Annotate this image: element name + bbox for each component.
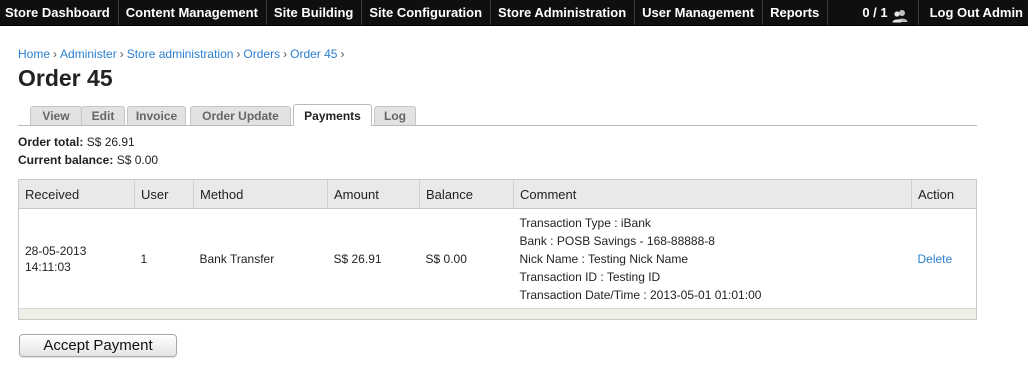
tab-order-update[interactable]: Order Update [190, 106, 291, 125]
comment-line: Transaction ID : Testing ID [519, 269, 661, 284]
menu-site-configuration[interactable]: Site Configuration [362, 0, 492, 25]
menu-reports[interactable]: Reports [763, 0, 829, 25]
cell-balance: S$ 0.00 [419, 208, 514, 309]
order-total-line: Order total: S$ 26.91 [18, 133, 158, 151]
logout-link[interactable]: Log Out Admin [919, 0, 1028, 25]
menu-site-building[interactable]: Site Building [267, 0, 363, 25]
breadcrumb-store-administration[interactable]: Store administration [127, 47, 234, 61]
column-header-comment: Comment [513, 180, 912, 209]
admin-menu: Store Dashboard Content Management Site … [0, 0, 829, 25]
breadcrumb-separator: › [340, 47, 345, 61]
breadcrumb-orders[interactable]: Orders [243, 47, 280, 61]
payments-table: Received User Method Amount Balance Comm… [18, 179, 977, 320]
breadcrumb-administer[interactable]: Administer [60, 47, 117, 61]
order-totals: Order total: S$ 26.91 Current balance: S… [18, 133, 158, 169]
tab-edit[interactable]: Edit [81, 106, 125, 125]
current-balance-line: Current balance: S$ 0.00 [18, 151, 158, 169]
received-date: 28-05-2013 [25, 243, 87, 258]
cell-user: 1 [134, 208, 194, 309]
cell-amount: S$ 26.91 [327, 208, 420, 309]
menu-content-management[interactable]: Content Management [119, 0, 267, 25]
cell-method: Bank Transfer [193, 208, 328, 309]
order-total-label: Order total: [18, 135, 84, 149]
menu-store-dashboard[interactable]: Store Dashboard [0, 0, 119, 25]
online-users-count: 0 / 1 [862, 5, 888, 20]
breadcrumb-separator: › [119, 47, 124, 61]
column-header-received: Received [19, 180, 135, 209]
column-header-user: User [134, 180, 194, 209]
delete-payment-link[interactable]: Delete [918, 252, 953, 266]
order-total-value: S$ 26.91 [86, 135, 135, 149]
breadcrumb-separator: › [283, 47, 288, 61]
breadcrumb: Home › Administer › Store administration › Ord… [18, 47, 347, 61]
comment-line: Nick Name : Testing Nick Name [519, 251, 689, 266]
table-row: 28-05-2013 14:11:03 1 Bank Transfer S$ 2… [19, 208, 976, 309]
cell-comment: Transaction Type : iBank Bank : POSB Sav… [513, 208, 912, 309]
tab-payments[interactable]: Payments [293, 104, 372, 126]
tab-view[interactable]: View [30, 106, 82, 125]
received-time: 14:11:03 [25, 259, 71, 274]
tab-log[interactable]: Log [374, 106, 416, 125]
order-tabs: View Edit Invoice Order Update Payments … [18, 104, 977, 126]
column-header-amount: Amount [327, 180, 420, 209]
tab-invoice[interactable]: Invoice [127, 106, 186, 125]
online-users-counter[interactable]: 0 / 1 [862, 0, 919, 25]
users-icon [892, 6, 908, 22]
page-title: Order 45 [18, 65, 113, 91]
cell-received: 28-05-2013 14:11:03 [19, 208, 135, 309]
admin-menu-bar: Store Dashboard Content Management Site … [0, 0, 1028, 26]
current-balance-label: Current balance: [18, 153, 114, 167]
comment-line: Bank : POSB Savings - 168-88888-8 [519, 233, 715, 248]
comment-line: Transaction Type : iBank [519, 215, 651, 230]
breadcrumb-separator: › [53, 47, 58, 61]
menu-user-management[interactable]: User Management [635, 0, 764, 25]
menu-store-administration[interactable]: Store Administration [491, 0, 636, 25]
comment-line: Transaction Date/Time : 2013-05-01 01:01… [519, 287, 762, 302]
cell-action: Delete [911, 208, 976, 309]
accept-payment-button[interactable]: Accept Payment [19, 334, 177, 357]
column-header-balance: Balance [419, 180, 514, 209]
breadcrumb-order-45[interactable]: Order 45 [290, 47, 337, 61]
breadcrumb-home[interactable]: Home [18, 47, 50, 61]
breadcrumb-separator: › [236, 47, 241, 61]
current-balance-value: S$ 0.00 [116, 153, 159, 167]
table-header-row: Received User Method Amount Balance Comm… [19, 180, 976, 209]
admin-menu-right: 0 / 1 Log Out Admin [862, 0, 1028, 25]
column-header-method: Method [193, 180, 328, 209]
column-header-action: Action [911, 180, 976, 209]
